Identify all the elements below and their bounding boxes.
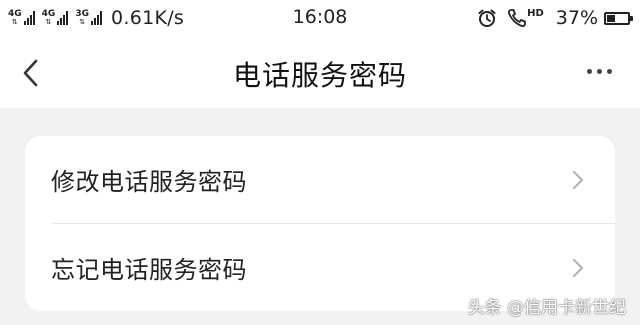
page-title: 电话服务密码 <box>232 59 407 92</box>
more-dots-icon <box>587 69 592 74</box>
alarm-clock-icon <box>477 8 497 28</box>
change-password-item[interactable]: 修改电话服务密码 <box>25 136 615 223</box>
watermark: 头条 @信用卡新世纪 <box>467 298 626 318</box>
hd-call-icon <box>507 8 529 28</box>
battery-percent: 37% <box>555 7 598 29</box>
battery-icon <box>604 11 633 25</box>
menu-item-label: 修改电话服务密码 <box>51 168 247 196</box>
battery-fill <box>607 14 616 22</box>
chevron-right-icon <box>572 170 584 190</box>
settings-card: 修改电话服务密码 忘记电话服务密码 <box>25 136 615 311</box>
status-bar: 4G ⇅ 4G ⇅ 3G ⇅ 0.61K/s 16:08 HD 37% <box>0 0 640 36</box>
hd-label: HD <box>527 7 544 19</box>
menu-item-label: 忘记电话服务密码 <box>51 256 247 284</box>
nav-bar: 电话服务密码 <box>0 36 640 108</box>
status-right: HD 37% <box>477 6 633 30</box>
more-button[interactable] <box>587 69 612 74</box>
chevron-right-icon <box>572 258 584 278</box>
